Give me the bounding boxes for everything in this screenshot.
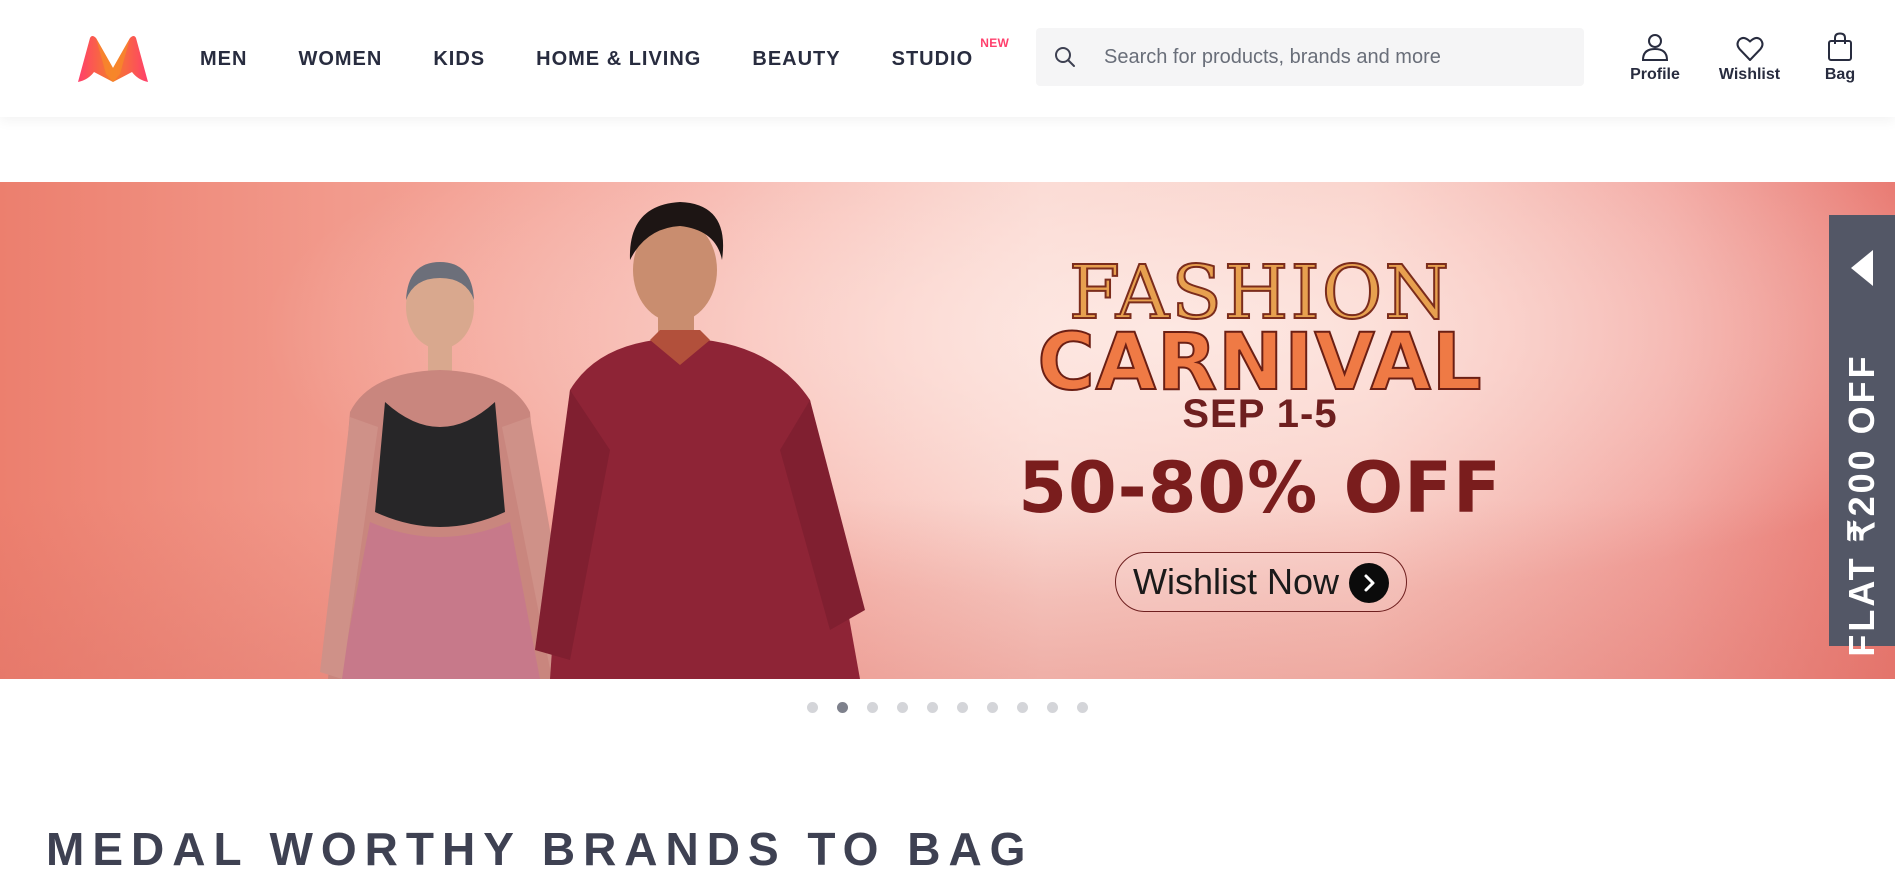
carousel-dot[interactable] [867, 702, 878, 713]
flat-offer-side-tab[interactable]: FLAT ₹200 OFF [1829, 215, 1895, 657]
header-actions: Profile Wishlist Bag [1620, 28, 1860, 92]
wishlist-now-label: Wishlist Now [1133, 561, 1340, 602]
wishlist-button[interactable]: Wishlist [1712, 28, 1787, 92]
carousel-dot[interactable] [897, 702, 908, 713]
carousel-dot[interactable] [927, 702, 938, 713]
site-header: MEN WOMEN KIDS HOME & LIVING BEAUTY STUD… [0, 0, 1895, 117]
profile-icon [1640, 28, 1670, 62]
myntra-logo[interactable] [76, 34, 150, 86]
profile-label: Profile [1630, 66, 1680, 83]
chevron-right-icon [1349, 563, 1389, 603]
carousel-dot[interactable] [1017, 702, 1028, 713]
model-man-image [535, 202, 865, 679]
bag-label: Bag [1824, 66, 1856, 83]
search-input[interactable] [1094, 28, 1584, 86]
wishlist-now-button[interactable]: Wishlist Now [1115, 552, 1407, 612]
wishlist-label: Wishlist [1718, 66, 1781, 83]
nav-item-beauty[interactable]: BEAUTY [752, 48, 840, 71]
banner-offer-text: 50-80% OFF [1018, 447, 1502, 529]
carousel-dot[interactable] [1047, 702, 1058, 713]
main-nav: MEN WOMEN KIDS HOME & LIVING BEAUTY STUD… [200, 0, 1024, 117]
banner-date-text: SEP 1-5 [1182, 392, 1338, 436]
bag-icon [1826, 28, 1854, 62]
nav-item-women[interactable]: WOMEN [298, 48, 382, 71]
carousel-dot[interactable] [1077, 702, 1088, 713]
section-title: MEDAL WORTHY BRANDS TO BAG [46, 823, 1034, 875]
carousel-dot[interactable] [987, 702, 998, 713]
side-tab-text: FLAT ₹200 OFF [1841, 353, 1882, 657]
profile-button[interactable]: Profile [1620, 28, 1690, 92]
search-bar [1036, 28, 1584, 86]
nav-item-home-living[interactable]: HOME & LIVING [536, 48, 701, 71]
nav-item-kids[interactable]: KIDS [433, 48, 485, 71]
nav-item-men[interactable]: MEN [200, 48, 247, 71]
bag-button[interactable]: Bag [1820, 28, 1860, 92]
caret-left-icon [1851, 250, 1873, 286]
nav-item-studio[interactable]: STUDIO NEW [892, 36, 1009, 71]
heart-icon [1736, 28, 1764, 62]
new-badge: NEW [980, 36, 1010, 50]
carousel-dot[interactable] [807, 702, 818, 713]
carousel-dot[interactable] [957, 702, 968, 713]
hero-banner[interactable]: FASHION CARNIVAL SEP 1-5 50-80% OFF Wish… [0, 182, 1895, 679]
carousel-dots [807, 702, 1107, 713]
carousel-dot-active[interactable] [837, 702, 848, 713]
search-icon[interactable] [1036, 28, 1094, 86]
